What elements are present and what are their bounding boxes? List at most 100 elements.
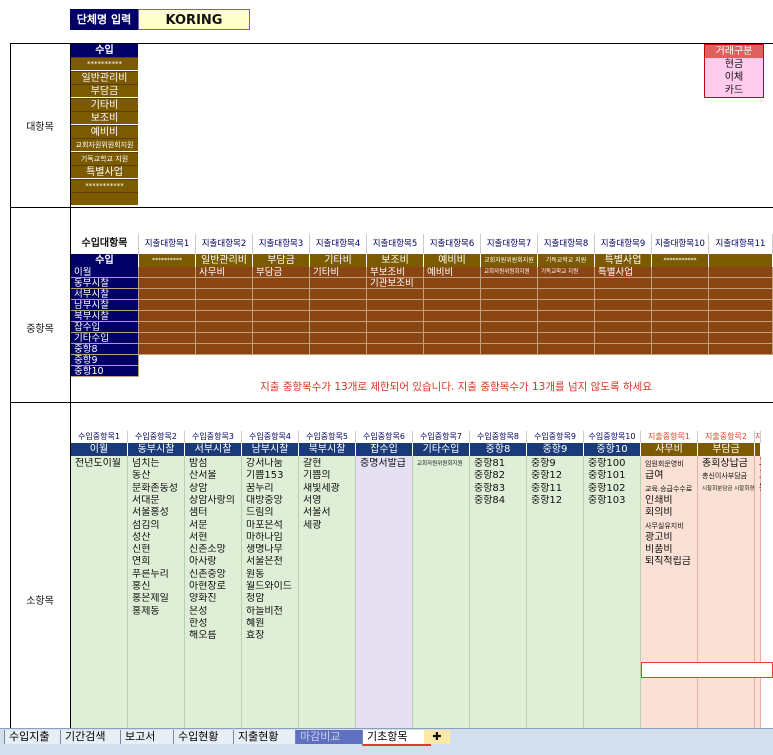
expense-subcategory-cell[interactable]: 기타비	[310, 267, 367, 278]
expense-subcategory-cell[interactable]	[595, 344, 652, 355]
sohangmok-item[interactable]: 섬김의	[128, 520, 185, 532]
sohangmok-item[interactable]: 양화진	[185, 593, 242, 605]
expense-subcategory-cell[interactable]	[310, 311, 367, 322]
expense-subcategory-cell[interactable]	[367, 333, 424, 344]
sohangmok-header[interactable]: 남부시찰	[242, 443, 299, 456]
junghangmok-header[interactable]: **********	[139, 254, 196, 267]
junghangmok-header[interactable]: 일반관리비	[196, 254, 253, 267]
expense-subcategory-cell[interactable]	[481, 344, 538, 355]
expense-subcategory-cell[interactable]: 부보조비	[367, 267, 424, 278]
expense-subcategory-cell[interactable]: 특별사업	[595, 267, 652, 278]
sohangmok-header[interactable]: 잡수입	[356, 443, 413, 456]
expense-subcategory-cell[interactable]	[253, 322, 310, 333]
sohangmok-item[interactable]: 서현	[185, 532, 242, 544]
expense-subcategory-cell[interactable]: 예비비	[424, 267, 481, 278]
expense-subcategory-cell[interactable]	[595, 311, 652, 322]
expense-subcategory-cell[interactable]	[367, 289, 424, 300]
sohangmok-item[interactable]: 중항12	[527, 470, 584, 482]
expense-subcategory-cell[interactable]	[310, 333, 367, 344]
expense-subcategory-cell[interactable]: 기관보조비	[367, 278, 424, 289]
expense-subcategory-cell[interactable]	[481, 289, 538, 300]
expense-subcategory-cell[interactable]	[538, 333, 595, 344]
expense-subcategory-cell[interactable]	[709, 311, 773, 322]
daehangmok-item[interactable]: 일반관리비	[71, 70, 138, 84]
sohangmok-item[interactable]: 중항103	[584, 495, 641, 507]
expense-subcategory-cell[interactable]	[139, 344, 196, 355]
sohangmok-item[interactable]: 사무실유지비	[641, 520, 698, 532]
expense-subcategory-cell[interactable]	[196, 333, 253, 344]
sohangmok-item[interactable]: 산서울	[185, 470, 242, 482]
expense-subcategory-cell[interactable]	[253, 344, 310, 355]
expense-subcategory-cell[interactable]	[709, 300, 773, 311]
expense-subcategory-cell[interactable]	[367, 300, 424, 311]
sohangmok-header[interactable]: 중항8	[470, 443, 527, 456]
sohangmok-item[interactable]: 효창	[242, 630, 299, 642]
expense-subcategory-cell[interactable]	[481, 333, 538, 344]
sheet-tab[interactable]: 기간검색	[60, 730, 129, 744]
sheet-tab[interactable]: 수입현황	[173, 730, 242, 744]
sohangmok-item[interactable]: 성산	[128, 532, 185, 544]
sohangmok-item[interactable]: 교육.승급수수료	[641, 483, 698, 495]
sohangmok-header[interactable]: 중항10	[584, 443, 641, 456]
sohangmok-item[interactable]: 전년도이월	[71, 458, 128, 470]
sohangmok-item[interactable]: 서울서	[299, 507, 356, 519]
sohangmok-header[interactable]: 이월	[71, 443, 128, 456]
sohangmok-item[interactable]: 증명서발급	[356, 458, 413, 470]
sohangmok-item[interactable]: 서문	[185, 520, 242, 532]
income-subcategory-cell[interactable]: 서부시찰	[71, 289, 139, 300]
trade-type-item[interactable]: 카드	[705, 84, 763, 97]
sohangmok-item[interactable]: 기쁨153	[242, 470, 299, 482]
expense-subcategory-cell[interactable]	[481, 311, 538, 322]
sohangmok-item[interactable]: 아현장로	[185, 581, 242, 593]
sohangmok-header[interactable]: 북부시찰	[299, 443, 356, 456]
sohangmok-item[interactable]: 총신이사부담금	[698, 470, 755, 482]
expense-subcategory-cell[interactable]	[367, 311, 424, 322]
daehangmok-item[interactable]: 교회자원위원회지원	[71, 138, 138, 151]
junghangmok-header[interactable]: 보조비	[367, 254, 424, 267]
sohangmok-item[interactable]: 하늘비전	[242, 606, 299, 618]
sohangmok-item[interactable]: 중항101	[584, 470, 641, 482]
income-subcategory-cell[interactable]: 중항9	[71, 355, 139, 366]
sohangmok-item[interactable]: 새빛세광	[299, 483, 356, 495]
expense-subcategory-cell[interactable]	[253, 333, 310, 344]
expense-subcategory-cell[interactable]	[253, 289, 310, 300]
sohangmok-item[interactable]: 대방중앙	[242, 495, 299, 507]
expense-subcategory-cell[interactable]	[139, 333, 196, 344]
sohangmok-item[interactable]: 한성	[185, 618, 242, 630]
expense-subcategory-cell[interactable]	[424, 278, 481, 289]
sohangmok-item[interactable]: 회의비	[641, 507, 698, 519]
expense-subcategory-cell[interactable]	[367, 322, 424, 333]
sohangmok-item[interactable]: 홍신	[128, 581, 185, 593]
expense-subcategory-cell[interactable]	[709, 289, 773, 300]
sohangmok-item[interactable]: 강서나눔	[242, 458, 299, 470]
expense-subcategory-cell[interactable]	[481, 300, 538, 311]
expense-subcategory-cell[interactable]	[709, 344, 773, 355]
sohangmok-item[interactable]: 밤섬	[185, 458, 242, 470]
sohangmok-item[interactable]: 세광	[299, 520, 356, 532]
expense-subcategory-cell[interactable]	[424, 289, 481, 300]
expense-subcategory-cell[interactable]	[253, 311, 310, 322]
sohangmok-item[interactable]: 서영	[299, 495, 356, 507]
sheet-tab[interactable]: 지출현황	[233, 730, 304, 744]
sohangmok-item[interactable]: 청암	[242, 593, 299, 605]
sohangmok-item[interactable]: 마포은석	[242, 520, 299, 532]
expense-subcategory-cell[interactable]: 기독교학교 지원	[538, 267, 595, 278]
daehangmok-item[interactable]: 특별사업	[71, 165, 138, 178]
sohangmok-item[interactable]: 샘터	[185, 507, 242, 519]
junghangmok-header[interactable]: 특별사업	[595, 254, 652, 267]
sohangmok-item[interactable]: 서울홍성	[128, 507, 185, 519]
trade-type-item[interactable]: 현금	[705, 58, 763, 71]
expense-subcategory-cell[interactable]	[139, 278, 196, 289]
sohangmok-item[interactable]: 신촌중앙	[185, 569, 242, 581]
sohangmok-header[interactable]: 사무비	[641, 443, 698, 456]
expense-subcategory-cell[interactable]	[481, 278, 538, 289]
junghangmok-header[interactable]: ***********	[652, 254, 709, 267]
sohangmok-item[interactable]: 중항11	[527, 483, 584, 495]
expense-subcategory-cell[interactable]	[310, 300, 367, 311]
expense-subcategory-cell[interactable]	[139, 267, 196, 278]
sohangmok-item[interactable]: 연희	[128, 556, 185, 568]
expense-subcategory-cell[interactable]	[595, 300, 652, 311]
expense-subcategory-cell[interactable]	[652, 344, 709, 355]
sohangmok-item[interactable]: 시찰회분담금 시찰회경비	[698, 483, 755, 495]
expense-subcategory-cell[interactable]	[196, 289, 253, 300]
